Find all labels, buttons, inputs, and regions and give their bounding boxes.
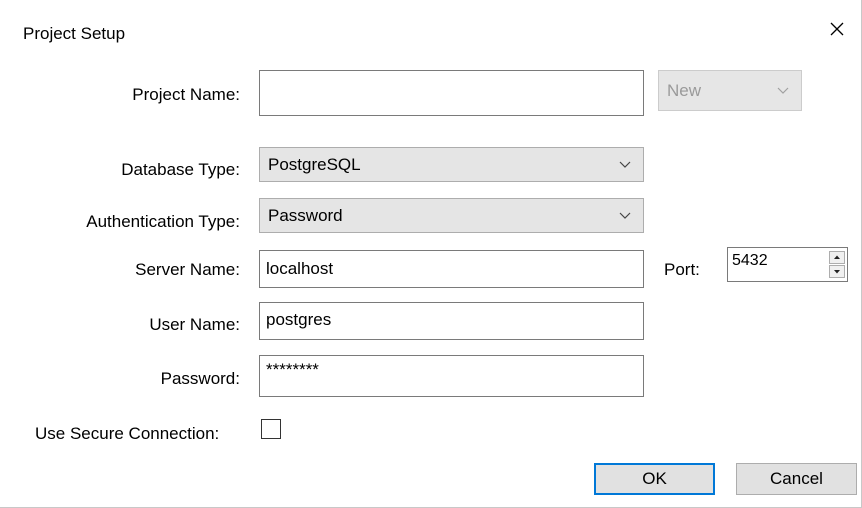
database-type-label: Database Type:: [121, 160, 240, 179]
port-spinner-buttons: [829, 251, 845, 279]
title-bar: Project Setup: [0, 0, 862, 56]
secure-connection-label: Use Secure Connection:: [35, 424, 220, 443]
close-icon: [830, 22, 844, 36]
cancel-button[interactable]: Cancel: [736, 463, 857, 495]
chevron-down-icon: [619, 161, 631, 168]
arrow-down-icon: [834, 270, 840, 274]
project-setup-dialog: Project Setup Project Name: New Database…: [0, 0, 862, 508]
user-name-label: User Name:: [149, 315, 240, 334]
password-label: Password:: [160, 369, 240, 388]
server-name-input[interactable]: localhost: [259, 250, 644, 288]
project-name-input[interactable]: [259, 70, 644, 116]
database-type-dropdown[interactable]: PostgreSQL: [259, 147, 644, 182]
port-decrement-button[interactable]: [829, 265, 845, 278]
arrow-up-icon: [834, 255, 840, 259]
secure-connection-checkbox[interactable]: [261, 419, 281, 439]
authentication-type-value: Password: [268, 206, 343, 225]
project-name-label: Project Name:: [132, 85, 240, 104]
port-label: Port:: [664, 260, 700, 279]
chevron-down-icon: [777, 87, 789, 94]
user-name-input[interactable]: postgres: [259, 302, 644, 340]
port-value: 5432: [732, 252, 768, 269]
database-type-value: PostgreSQL: [268, 155, 361, 174]
close-button[interactable]: [820, 14, 854, 44]
authentication-type-label: Authentication Type:: [86, 212, 240, 231]
authentication-type-dropdown[interactable]: Password: [259, 198, 644, 233]
password-input[interactable]: ********: [259, 355, 644, 397]
port-spinner[interactable]: 5432: [727, 247, 848, 282]
project-selector-dropdown: New: [658, 70, 802, 111]
project-selector-value: New: [667, 81, 702, 100]
chevron-down-icon: [619, 212, 631, 219]
dialog-title: Project Setup: [23, 24, 126, 43]
port-increment-button[interactable]: [829, 251, 845, 264]
ok-button[interactable]: OK: [594, 463, 715, 495]
server-name-label: Server Name:: [135, 260, 240, 279]
